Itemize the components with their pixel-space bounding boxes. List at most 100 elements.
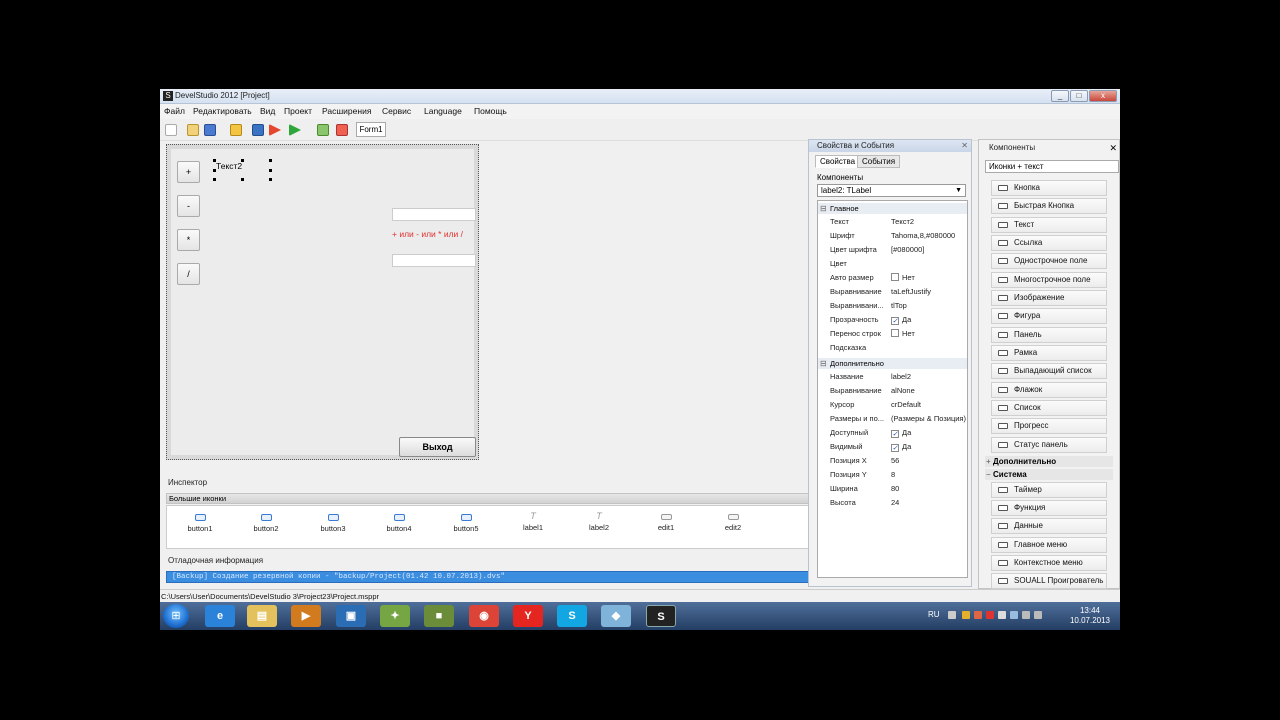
property-value-checkbox[interactable]: ✓ Да bbox=[891, 426, 911, 440]
property-row[interactable]: Высота 24 bbox=[818, 496, 967, 510]
component-shape[interactable]: Фигура bbox=[991, 308, 1107, 324]
property-row[interactable]: Доступный ✓ Да bbox=[818, 426, 967, 440]
property-value-checkbox[interactable]: Нет bbox=[891, 271, 915, 285]
inspector-item[interactable]: button2 bbox=[236, 512, 296, 533]
property-row[interactable]: Выравнивание taLeftJustify bbox=[818, 285, 967, 299]
component-listbox[interactable]: Список bbox=[991, 400, 1107, 416]
component-image[interactable]: Изображение bbox=[991, 290, 1107, 306]
divide-button[interactable]: / bbox=[177, 263, 200, 285]
property-row[interactable]: Шрифт Tahoma,8,#080000 bbox=[818, 229, 967, 243]
multiply-button[interactable]: * bbox=[177, 229, 200, 251]
property-row[interactable]: Видимый ✓ Да bbox=[818, 440, 967, 454]
resize-handle[interactable] bbox=[213, 159, 216, 162]
checkbox-checked[interactable]: ✓ bbox=[891, 317, 899, 325]
component-statusbar[interactable]: Статус панель bbox=[991, 437, 1107, 453]
menu-file[interactable]: Файл bbox=[164, 106, 185, 116]
component-timer[interactable]: Таймер bbox=[991, 482, 1107, 498]
resize-handle[interactable] bbox=[269, 169, 272, 172]
explorer-icon[interactable]: ▤ bbox=[247, 605, 277, 627]
property-row[interactable]: Прозрачность ✓ Да bbox=[818, 313, 967, 327]
app-icon[interactable]: ◆ bbox=[601, 605, 631, 627]
components-section-extra[interactable]: + Дополнительно bbox=[985, 456, 1113, 467]
resize-handle[interactable] bbox=[241, 178, 244, 181]
store-icon[interactable]: ▣ bbox=[336, 605, 366, 627]
inspector-item[interactable]: button3 bbox=[303, 512, 363, 533]
skype-icon[interactable]: S bbox=[557, 605, 587, 627]
clock[interactable]: 13:44 10.07.2013 bbox=[1070, 606, 1110, 626]
inspector-item[interactable]: button1 bbox=[170, 512, 230, 533]
property-row[interactable]: Курсор crDefault bbox=[818, 398, 967, 412]
inspector-view-bar[interactable]: Большие иконки bbox=[166, 493, 810, 504]
component-combobox[interactable]: Выпадающий список bbox=[991, 363, 1107, 379]
close-button[interactable]: x bbox=[1089, 90, 1117, 102]
yandex-icon[interactable]: Y bbox=[513, 605, 543, 627]
minecraft-icon[interactable]: ■ bbox=[424, 605, 454, 627]
menu-extensions[interactable]: Расширения bbox=[322, 106, 371, 116]
menu-edit[interactable]: Редактировать bbox=[193, 106, 252, 116]
property-row[interactable]: Цвет bbox=[818, 257, 967, 271]
tray-icon[interactable] bbox=[986, 611, 994, 619]
component-memo[interactable]: Многострочное поле bbox=[991, 272, 1107, 288]
develstudio-task-icon[interactable]: S bbox=[646, 605, 676, 627]
component-edit[interactable]: Однострочное поле bbox=[991, 253, 1107, 269]
inspector-item[interactable]: Tlabel1 bbox=[503, 512, 563, 533]
component-data[interactable]: Данные bbox=[991, 518, 1107, 534]
resize-handle[interactable] bbox=[213, 169, 216, 172]
component-progress[interactable]: Прогресс bbox=[991, 418, 1107, 434]
property-row[interactable]: Выравнивани... tlTop bbox=[818, 299, 967, 313]
resize-handle[interactable] bbox=[213, 178, 216, 181]
add-form-icon[interactable] bbox=[317, 124, 329, 136]
inspector-item[interactable]: Tlabel2 bbox=[569, 512, 629, 533]
property-row[interactable]: Перенос строк Нет bbox=[818, 327, 967, 341]
component-select[interactable]: label2: TLabel ▼ bbox=[817, 184, 966, 197]
checkbox-checked[interactable]: ✓ bbox=[891, 444, 899, 452]
property-row[interactable]: Подсказка bbox=[818, 341, 967, 355]
resize-handle[interactable] bbox=[269, 178, 272, 181]
component-groupbox[interactable]: Рамка bbox=[991, 345, 1107, 361]
component-mainmenu[interactable]: Главное меню bbox=[991, 537, 1107, 553]
checkbox-unchecked[interactable] bbox=[891, 329, 899, 337]
debug-log[interactable]: [Backup] Создание резервной копии - "bac… bbox=[166, 571, 810, 583]
components-section-system[interactable]: − Система bbox=[985, 469, 1113, 480]
selected-label[interactable]: Текст2 bbox=[216, 161, 242, 171]
network-tray-icon[interactable] bbox=[1022, 611, 1030, 619]
exit-button[interactable]: Выход bbox=[399, 437, 476, 457]
tray-icon[interactable] bbox=[998, 611, 1006, 619]
property-row[interactable]: Выравнивание alNone bbox=[818, 384, 967, 398]
component-popupmenu[interactable]: Контекстное меню bbox=[991, 555, 1107, 571]
resize-handle[interactable] bbox=[241, 159, 244, 162]
property-row[interactable]: Авто размер Нет bbox=[818, 271, 967, 285]
chrome-icon[interactable]: ◉ bbox=[469, 605, 499, 627]
property-row[interactable]: Цвет шрифта [#080000] bbox=[818, 243, 967, 257]
component-label[interactable]: Текст bbox=[991, 217, 1107, 233]
edit1-field[interactable] bbox=[392, 208, 476, 221]
property-row[interactable]: Текст Текст2 bbox=[818, 215, 967, 229]
menu-project[interactable]: Проект bbox=[284, 106, 312, 116]
component-function[interactable]: Функция bbox=[991, 500, 1107, 516]
property-row[interactable]: Позиция X 56 bbox=[818, 454, 967, 468]
component-link[interactable]: Ссылка bbox=[991, 235, 1107, 251]
run-icon[interactable] bbox=[289, 124, 301, 136]
inspector-item[interactable]: edit2 bbox=[703, 512, 763, 532]
minimize-button[interactable]: _ bbox=[1051, 90, 1069, 102]
tray-icon[interactable] bbox=[1010, 611, 1018, 619]
form-icon[interactable] bbox=[230, 124, 242, 136]
component-player[interactable]: SOUALL Проигрователь bbox=[991, 573, 1107, 589]
menu-language[interactable]: Language bbox=[424, 106, 462, 116]
property-value-checkbox[interactable]: Нет bbox=[891, 327, 915, 341]
property-row[interactable]: Название label2 bbox=[818, 370, 967, 384]
maximize-button[interactable]: □ bbox=[1070, 90, 1088, 102]
inspector-item[interactable]: button4 bbox=[369, 512, 429, 533]
tab-form1[interactable]: Form1 bbox=[356, 122, 386, 137]
tab-events[interactable]: События bbox=[857, 155, 901, 168]
tab-properties[interactable]: Свойства bbox=[815, 155, 861, 168]
menu-service[interactable]: Сервис bbox=[382, 106, 411, 116]
delete-form-icon[interactable] bbox=[336, 124, 348, 136]
components-close-icon[interactable]: ✕ bbox=[1109, 143, 1117, 154]
network-icon[interactable]: ✦ bbox=[380, 605, 410, 627]
property-row[interactable]: Позиция Y 8 bbox=[818, 468, 967, 482]
property-row[interactable]: Ширина 80 bbox=[818, 482, 967, 496]
plus-button[interactable]: + bbox=[177, 161, 200, 183]
component-panel[interactable]: Панель bbox=[991, 327, 1107, 343]
component-speedbutton[interactable]: Быстрая Кнопка bbox=[991, 198, 1107, 214]
